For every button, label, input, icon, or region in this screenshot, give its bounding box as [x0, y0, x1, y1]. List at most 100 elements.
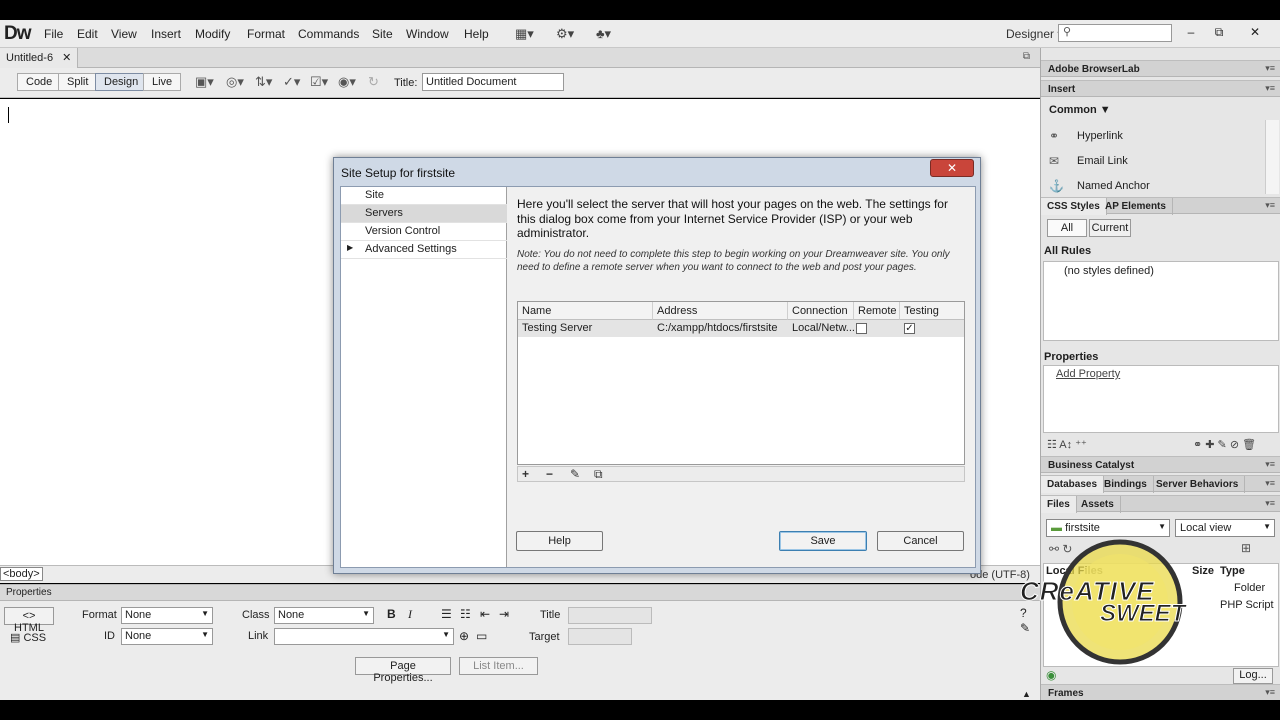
servers-table[interactable]: Name Address Connection Remote Testing T… — [517, 301, 965, 465]
tab-files[interactable]: Files — [1041, 496, 1077, 513]
expand-icon[interactable]: ⊞ — [1241, 541, 1251, 555]
collapse-icon[interactable]: ▲ — [1022, 689, 1031, 699]
menu-help[interactable]: Help — [464, 27, 489, 41]
w3c-validation-icon[interactable]: ✓▾ — [283, 74, 300, 90]
multiscreen-icon[interactable]: ▣▾ — [195, 74, 214, 90]
menu-file[interactable]: File — [44, 27, 63, 41]
remove-server-icon[interactable]: − — [546, 467, 553, 481]
category-advanced-settings[interactable]: ▶ Advanced Settings — [341, 241, 507, 259]
col-header-remote[interactable]: Remote — [854, 302, 900, 320]
cancel-button[interactable]: Cancel — [877, 531, 964, 551]
live-view-button[interactable]: Live — [143, 73, 182, 91]
col-header-name[interactable]: Name — [518, 302, 653, 320]
link-input[interactable]: ▼ — [274, 628, 454, 645]
close-tab-icon[interactable]: ✕ — [62, 52, 71, 64]
tab-bindings[interactable]: Bindings — [1098, 476, 1154, 493]
code-view-button[interactable]: Code — [17, 73, 62, 91]
tab-server-behaviors[interactable]: Server Behaviors — [1150, 476, 1246, 493]
business-catalyst-header[interactable]: Business Catalyst ▾≡ — [1041, 456, 1280, 473]
col-header-testing[interactable]: Testing — [900, 302, 964, 320]
ordered-list-icon[interactable]: ☷ — [460, 607, 471, 621]
outdent-icon[interactable]: ⇤ — [480, 607, 490, 621]
italic-button[interactable]: I — [408, 607, 412, 622]
tab-ap-elements[interactable]: AP Elements — [1099, 198, 1173, 215]
category-site[interactable]: Site — [341, 187, 507, 205]
workspace-switcher[interactable]: Designer ▾ — [1006, 27, 1063, 41]
menu-insert[interactable]: Insert — [151, 27, 181, 41]
format-select[interactable]: None ▼ — [121, 607, 213, 624]
css-view-toolbar-icons[interactable]: ☷ A↕ ⁺⁺ — [1047, 438, 1087, 451]
close-window-button[interactable]: ✕ — [1242, 22, 1268, 42]
col-header-address[interactable]: Address — [653, 302, 788, 320]
save-button[interactable]: Save — [779, 531, 867, 551]
edit-server-icon[interactable]: ✎ — [570, 467, 580, 481]
panel-menu-icon[interactable]: ▾≡ — [1265, 498, 1275, 509]
tab-assets[interactable]: Assets — [1075, 496, 1121, 513]
files-view-select[interactable]: Local view ▼ — [1175, 519, 1275, 537]
add-property-link[interactable]: Add Property — [1056, 368, 1120, 380]
class-select[interactable]: None ▼ — [274, 607, 374, 624]
dialog-close-button[interactable]: ✕ — [930, 159, 974, 177]
panel-menu-icon[interactable]: ▾≡ — [1265, 63, 1275, 74]
category-version-control[interactable]: Version Control — [341, 223, 507, 241]
preview-browser-icon[interactable]: ◎▾ — [226, 74, 244, 90]
log-button[interactable]: Log... — [1233, 668, 1273, 684]
insert-hyperlink[interactable]: Hyperlink — [1077, 130, 1123, 142]
list-item-button[interactable]: List Item... — [459, 657, 538, 675]
testing-checkbox[interactable]: ✓ — [904, 323, 915, 334]
menu-modify[interactable]: Modify — [195, 27, 230, 41]
duplicate-server-icon[interactable]: ⧉ — [594, 467, 603, 482]
add-server-icon[interactable]: + — [522, 467, 529, 481]
indent-icon[interactable]: ⇥ — [499, 607, 509, 621]
insert-scrollbar[interactable] — [1265, 120, 1279, 194]
check-browser-icon[interactable]: ☑▾ — [310, 74, 328, 90]
category-servers[interactable]: Servers — [341, 205, 507, 223]
restore-button[interactable]: ⧉ — [1206, 22, 1232, 42]
remote-checkbox[interactable] — [856, 323, 867, 334]
minimize-button[interactable]: – — [1178, 22, 1204, 42]
css-mode-button[interactable]: ▤ CSS — [10, 631, 46, 644]
rules-list[interactable]: (no styles defined) — [1043, 261, 1279, 341]
search-input[interactable]: ⚲ — [1058, 24, 1172, 42]
insert-email-link[interactable]: Email Link — [1077, 155, 1128, 167]
insert-panel-header[interactable]: Insert ▾≡ — [1041, 80, 1280, 97]
visual-aids-icon[interactable]: ◉▾ — [338, 74, 356, 90]
panel-menu-icon[interactable]: ▾≡ — [1265, 83, 1275, 94]
frames-panel-header[interactable]: Frames ▾≡ — [1041, 684, 1280, 701]
target-select[interactable] — [568, 628, 632, 645]
css-all-button[interactable]: All — [1047, 219, 1087, 237]
site-select[interactable]: ▬ firstsite ▼ — [1046, 519, 1170, 537]
split-view-button[interactable]: Split — [58, 73, 98, 91]
insert-named-anchor[interactable]: Named Anchor — [1077, 180, 1150, 192]
help-button[interactable]: Help — [516, 531, 603, 551]
bold-button[interactable]: B — [387, 607, 396, 621]
extend-gear-icon[interactable]: ⚙▾ — [556, 26, 574, 42]
css-action-icons[interactable]: ⚭ ✚ ✎ ⊘ 🗑 — [1193, 438, 1256, 451]
point-to-file-icon[interactable]: ⊕ — [459, 629, 469, 643]
site-icon[interactable]: ♣▾ — [596, 26, 611, 42]
menu-window[interactable]: Window — [406, 27, 449, 41]
panel-menu-icon[interactable]: ▾≡ — [1265, 478, 1275, 489]
menu-view[interactable]: View — [111, 27, 137, 41]
menu-commands[interactable]: Commands — [298, 27, 359, 41]
document-tab[interactable]: Untitled-6 ✕ — [0, 48, 79, 68]
body-tag-selector[interactable]: <body> — [0, 567, 43, 581]
browse-folder-icon[interactable]: ▭ — [476, 629, 487, 643]
tab-css-styles[interactable]: CSS Styles — [1041, 198, 1107, 215]
file-management-icon[interactable]: ⇅▾ — [255, 74, 272, 90]
menu-edit[interactable]: Edit — [77, 27, 98, 41]
page-properties-button[interactable]: Page Properties... — [355, 657, 451, 684]
document-title-input[interactable]: Untitled Document — [422, 73, 564, 91]
menu-format[interactable]: Format — [247, 27, 285, 41]
tab-databases[interactable]: Databases — [1041, 476, 1105, 493]
restore-doc-icon[interactable]: ⧉ — [1023, 51, 1030, 62]
id-select[interactable]: None ▼ — [121, 628, 213, 645]
panel-menu-icon[interactable]: ▾≡ — [1265, 687, 1275, 698]
col-header-connection[interactable]: Connection — [788, 302, 854, 320]
panel-menu-icon[interactable]: ▾≡ — [1265, 459, 1275, 470]
css-current-button[interactable]: Current — [1089, 219, 1131, 237]
html-mode-button[interactable]: <> HTML — [4, 607, 54, 634]
panel-menu-icon[interactable]: ▾≡ — [1265, 200, 1275, 211]
layout-icon[interactable]: ▦▾ — [515, 26, 534, 42]
expand-arrow-icon[interactable]: ▶ — [347, 243, 353, 252]
